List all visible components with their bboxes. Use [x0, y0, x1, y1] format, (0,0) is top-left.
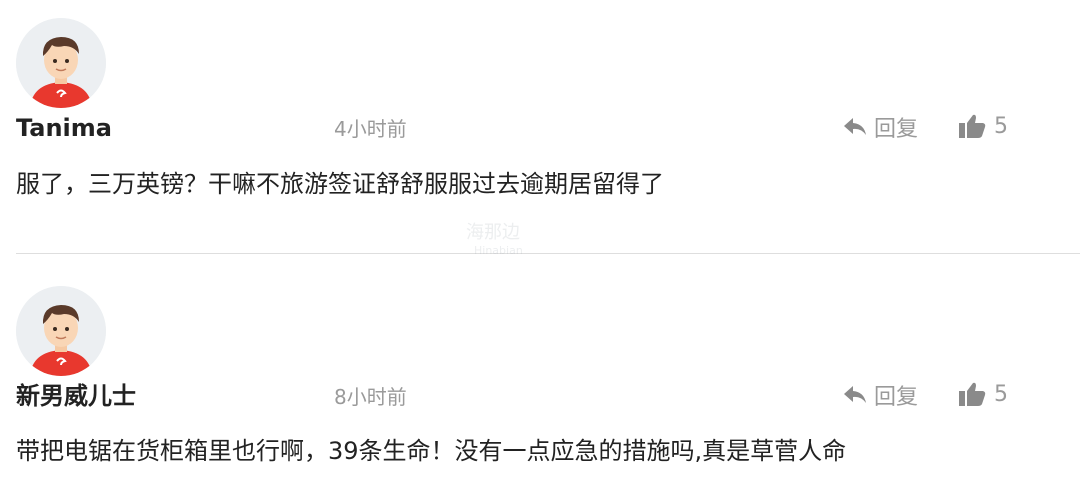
comment-text: 带把电锯在货柜箱里也行啊，39条生命！没有一点应急的措施吗,真是草菅人命: [16, 437, 847, 465]
avatar[interactable]: [16, 18, 106, 108]
username[interactable]: 新男威儿士: [16, 381, 136, 411]
reply-button[interactable]: 回复: [842, 112, 918, 142]
reply-button[interactable]: 回复: [842, 380, 918, 410]
like-count: 5: [994, 113, 1008, 139]
reply-label: 回复: [874, 385, 919, 410]
divider: [16, 253, 1080, 254]
thumbs-up-icon: [959, 114, 986, 138]
comment-text: 服了，三万英镑？干嘛不旅游签证舒舒服服过去逾期居留得了: [16, 170, 664, 198]
like-count: 5: [994, 381, 1008, 407]
like-button[interactable]: 5: [958, 111, 1008, 141]
timestamp: 8小时前: [334, 385, 407, 409]
avatar[interactable]: [16, 286, 106, 376]
reply-arrow-icon: [844, 386, 866, 403]
reply-arrow-icon: [844, 118, 866, 135]
reply-label: 回复: [874, 117, 919, 142]
user-avatar-icon: [16, 286, 106, 376]
watermark: 海那边 Hinabian: [466, 222, 616, 266]
thumbs-up-icon: [959, 382, 986, 406]
username[interactable]: Tanima: [16, 113, 112, 143]
like-button[interactable]: 5: [958, 379, 1008, 409]
watermark-subtext: Hinabian: [474, 244, 523, 257]
watermark-text: 海那边: [466, 222, 520, 243]
user-avatar-icon: [16, 18, 106, 108]
timestamp: 4小时前: [334, 117, 407, 141]
